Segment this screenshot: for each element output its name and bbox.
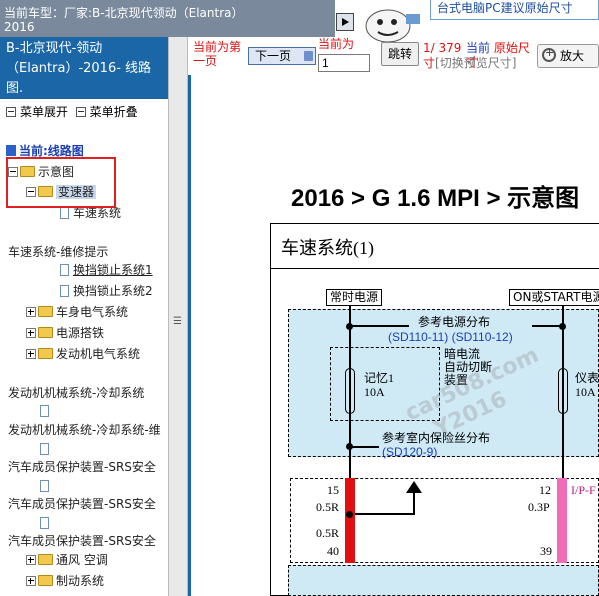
ref-fuse-label: 参考室内保险丝分布 bbox=[382, 431, 491, 445]
current-page-label: 当前为 bbox=[318, 37, 355, 51]
folder-icon bbox=[38, 554, 53, 565]
junction-dot bbox=[346, 323, 353, 330]
expand-toggle-icon[interactable] bbox=[26, 307, 36, 317]
expand-toggle-icon[interactable] bbox=[26, 328, 36, 338]
document-border bbox=[188, 75, 191, 596]
grip-icon[interactable]: ☰ bbox=[173, 316, 183, 327]
zoom-in-icon bbox=[542, 46, 556, 62]
document-heading: 2016 > G 1.6 MPI > 示意图 bbox=[291, 185, 580, 212]
junction-dot bbox=[346, 511, 353, 518]
ref-power-codes: (SD110-11) (SD110-12) bbox=[388, 330, 513, 344]
wire bbox=[349, 325, 409, 327]
switch-size-link[interactable]: 寸[切换预览尺寸] bbox=[423, 56, 516, 70]
highlight-box bbox=[6, 157, 116, 208]
manual-title: B-北京现代-领动（Elantra）-2016- 线路图. bbox=[0, 37, 170, 99]
pin-39: 39 bbox=[540, 544, 552, 558]
module-region bbox=[288, 565, 599, 596]
tree-item-body-electrical[interactable]: 车身电气系统 bbox=[26, 304, 128, 320]
vehicle-header: 当前车型：厂家:B-北京现代领动（Elantra）2016 bbox=[0, 0, 335, 37]
collapse-menu-button[interactable]: 菜单折叠 bbox=[75, 105, 138, 119]
wire bbox=[532, 325, 562, 327]
tree-item-srs-2[interactable]: 汽车成员保护装置-SRS安全 bbox=[8, 496, 156, 512]
tree-item-speed-service[interactable]: 车速系统-维修提示 bbox=[8, 244, 108, 260]
pin-15: 15 bbox=[327, 483, 339, 497]
expand-toggle-icon[interactable] bbox=[26, 349, 36, 359]
page-icon bbox=[60, 285, 69, 297]
mascot-image bbox=[365, 9, 420, 43]
pin-12: 12 bbox=[539, 483, 551, 497]
tree-page[interactable] bbox=[40, 515, 53, 531]
tree-item-engine-electrical[interactable]: 发动机电气系统 bbox=[26, 346, 140, 362]
always-power-label: 常时电源 bbox=[326, 289, 383, 306]
folder-icon bbox=[38, 348, 53, 359]
expand-toggle-icon[interactable] bbox=[26, 576, 36, 586]
tree-controls: 菜单展开 菜单折叠 bbox=[6, 103, 138, 120]
tree-page[interactable] bbox=[40, 478, 53, 494]
folder-icon bbox=[38, 327, 53, 338]
tree-item-brake[interactable]: 制动系统 bbox=[26, 573, 104, 589]
frame-divider bbox=[270, 268, 599, 269]
page-icon bbox=[40, 517, 49, 529]
collapse-box-icon bbox=[75, 107, 86, 117]
wire-05r-1: 0.5R bbox=[316, 500, 340, 514]
tree-item-shift-lock-2[interactable]: 换挡锁止系统2 bbox=[60, 283, 153, 299]
pin-40: 40 bbox=[327, 544, 339, 558]
collapse-box-icon bbox=[6, 107, 16, 117]
memory-fuse-amp: 10A bbox=[364, 385, 385, 399]
tree-page[interactable] bbox=[40, 403, 53, 419]
ref-power-label: 参考电源分布 bbox=[418, 315, 491, 329]
document-icon bbox=[6, 145, 16, 156]
on-start-power-label: ON或START电源 bbox=[509, 289, 599, 306]
vehicle-label: 当前车型：厂家:B-北京现代领动（Elantra）2016 bbox=[4, 6, 244, 34]
expand-menu-button[interactable]: 菜单展开 bbox=[6, 105, 68, 119]
tree-item-cooling[interactable]: 发动机机械系统-冷却系统 bbox=[8, 385, 144, 401]
instrument-fuse-label: 仪表 bbox=[575, 371, 599, 385]
page-icon bbox=[60, 264, 69, 276]
page-icon bbox=[60, 207, 69, 219]
next-page-button[interactable]: 下一页 bbox=[248, 47, 316, 65]
page-icon bbox=[40, 443, 49, 455]
expand-toggle-icon[interactable] bbox=[26, 555, 36, 565]
tree-item-srs-1[interactable]: 汽车成员保护装置-SRS安全 bbox=[8, 459, 156, 475]
wire bbox=[349, 446, 379, 448]
size-banner: 台式电脑PC建议原始尺寸 bbox=[430, 0, 599, 20]
tree-item-hvac[interactable]: 通风 空调 bbox=[26, 552, 108, 568]
wire bbox=[355, 513, 415, 515]
page-number-input[interactable] bbox=[318, 54, 370, 72]
tree-view: 示意图 变速器 车速系统 车速系统-维修提示 换挡锁止系统1 换挡锁止系统2 车… bbox=[0, 158, 168, 596]
tree-page[interactable] bbox=[40, 441, 53, 457]
tree-item-power-ground[interactable]: 电源搭铁 bbox=[26, 325, 104, 341]
red-wire bbox=[345, 478, 355, 563]
wire-05r-2: 0.5R bbox=[316, 526, 340, 540]
jump-button[interactable]: 跳转 bbox=[381, 42, 419, 66]
wire-03p: 0.3P bbox=[528, 500, 550, 514]
page-icon bbox=[40, 405, 49, 417]
tree-item-shift-lock-1[interactable]: 换挡锁止系统1 bbox=[60, 262, 153, 278]
page-total: 1/ 379 bbox=[423, 41, 462, 55]
diagram-title: 车速系统(1) bbox=[281, 238, 374, 258]
instrument-fuse-amp: 10A bbox=[575, 385, 596, 399]
page-icon bbox=[40, 480, 49, 492]
play-arrow-icon[interactable] bbox=[336, 13, 354, 31]
ref-fuse-code: (SD120-9) bbox=[382, 445, 438, 459]
tree-item-cooling-service[interactable]: 发动机机械系统-冷却系统-维 bbox=[8, 422, 161, 438]
ip-connector-label: I/P-F bbox=[571, 483, 596, 497]
memory-fuse-symbol bbox=[345, 368, 355, 414]
memory-fuse-label: 记忆1 bbox=[364, 371, 395, 385]
instrument-fuse-symbol bbox=[558, 368, 568, 414]
junction-dot bbox=[559, 323, 566, 330]
pink-wire bbox=[557, 478, 567, 563]
first-page-notice: 当前为第一页 bbox=[193, 40, 242, 68]
arrow-up-icon bbox=[406, 481, 422, 493]
folder-icon bbox=[38, 575, 53, 586]
folder-icon bbox=[38, 306, 53, 317]
tree-item-srs-3[interactable]: 汽车成员保护装置-SRS安全 bbox=[8, 533, 156, 549]
